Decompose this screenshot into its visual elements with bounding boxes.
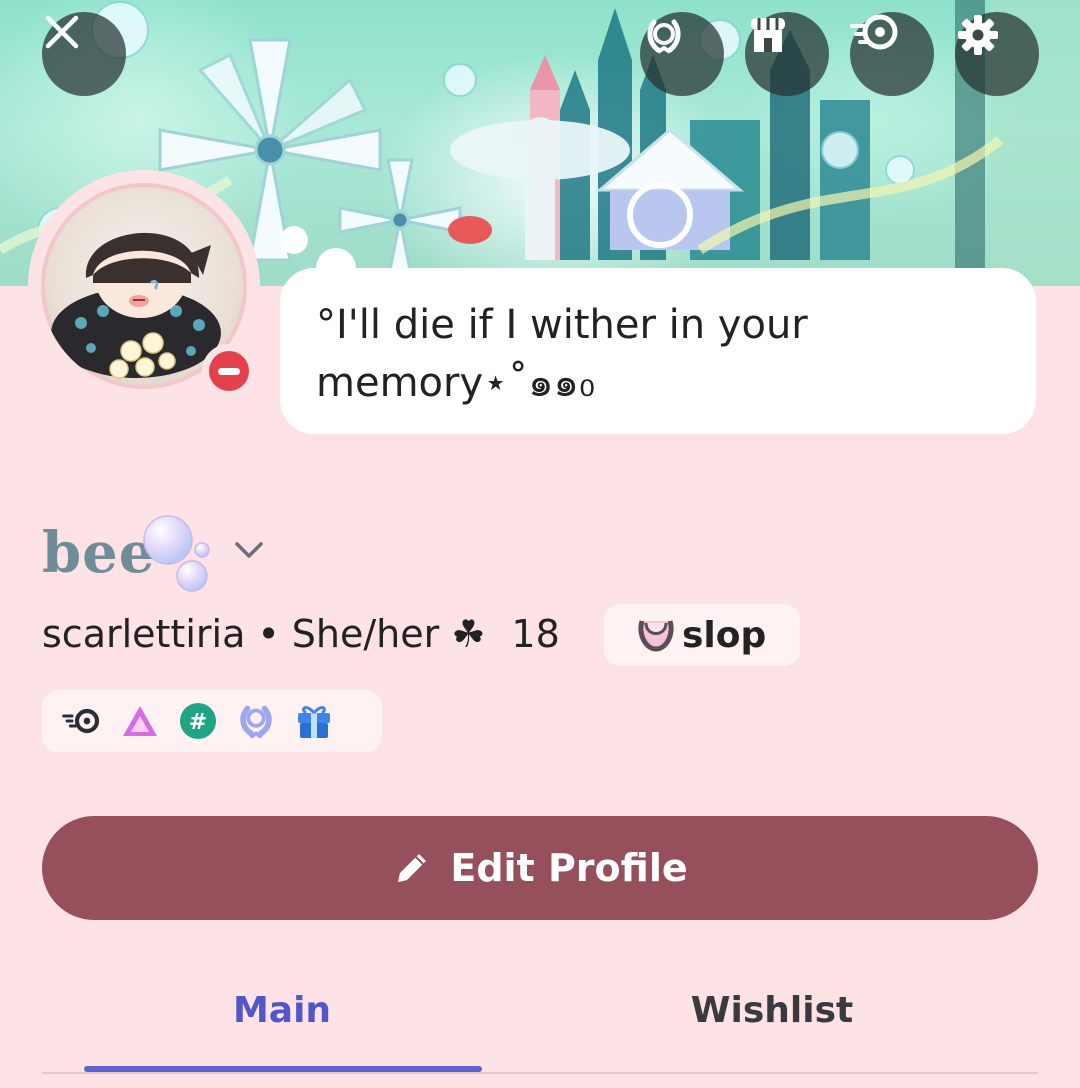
nitro-perks-button[interactable] [640,12,724,96]
do-not-disturb-icon [209,351,249,391]
custom-status-bubble[interactable]: °I'll die if I wither in your memory⋆˚๑๑… [280,268,1036,434]
age: 18 [511,612,560,656]
badge-row: # [42,690,382,752]
bubble-tail-small [280,226,308,254]
status-dnd-badge [202,344,256,398]
username-line: scarlettiria • She/her ☘ 18 [42,612,560,656]
clan-tag[interactable]: slop [604,604,801,666]
hypesquad-triangle-icon[interactable] [120,701,160,741]
laurel-icon[interactable] [236,701,276,741]
close-button[interactable] [42,12,126,96]
nitro-boost-icon[interactable] [62,701,102,741]
tab-main[interactable]: Main [42,990,522,1031]
pronouns: She/her ☘ [291,612,486,656]
tab-divider [42,1072,1038,1074]
gift-icon[interactable] [294,701,334,741]
gear-icon [958,15,998,55]
username: scarlettiria [42,612,246,656]
display-name: bee [42,520,156,586]
edit-profile-label: Edit Profile [450,846,688,890]
bubbles-icon [143,515,210,592]
svg-text:#: # [189,710,207,735]
clan-tag-label: slop [682,614,767,656]
settings-button[interactable] [955,12,1039,96]
hashtag-icon[interactable]: # [178,701,218,741]
tab-wishlist[interactable]: Wishlist [532,990,1012,1031]
chevron-down-icon[interactable] [232,538,266,562]
edit-profile-button[interactable]: Edit Profile [42,816,1038,920]
nitro-button[interactable] [850,12,934,96]
custom-status-text: °I'll die if I wither in your memory⋆˚๑๑… [316,302,808,406]
tab-active-indicator [84,1066,482,1072]
close-icon [45,15,79,49]
clan-badge-icon [638,620,674,652]
shop-button[interactable] [745,12,829,96]
shop-icon [751,18,785,52]
nitro-icon [850,14,898,50]
separator: • [257,612,280,656]
pencil-icon [398,854,427,882]
nitro-laurel-icon [647,19,681,54]
